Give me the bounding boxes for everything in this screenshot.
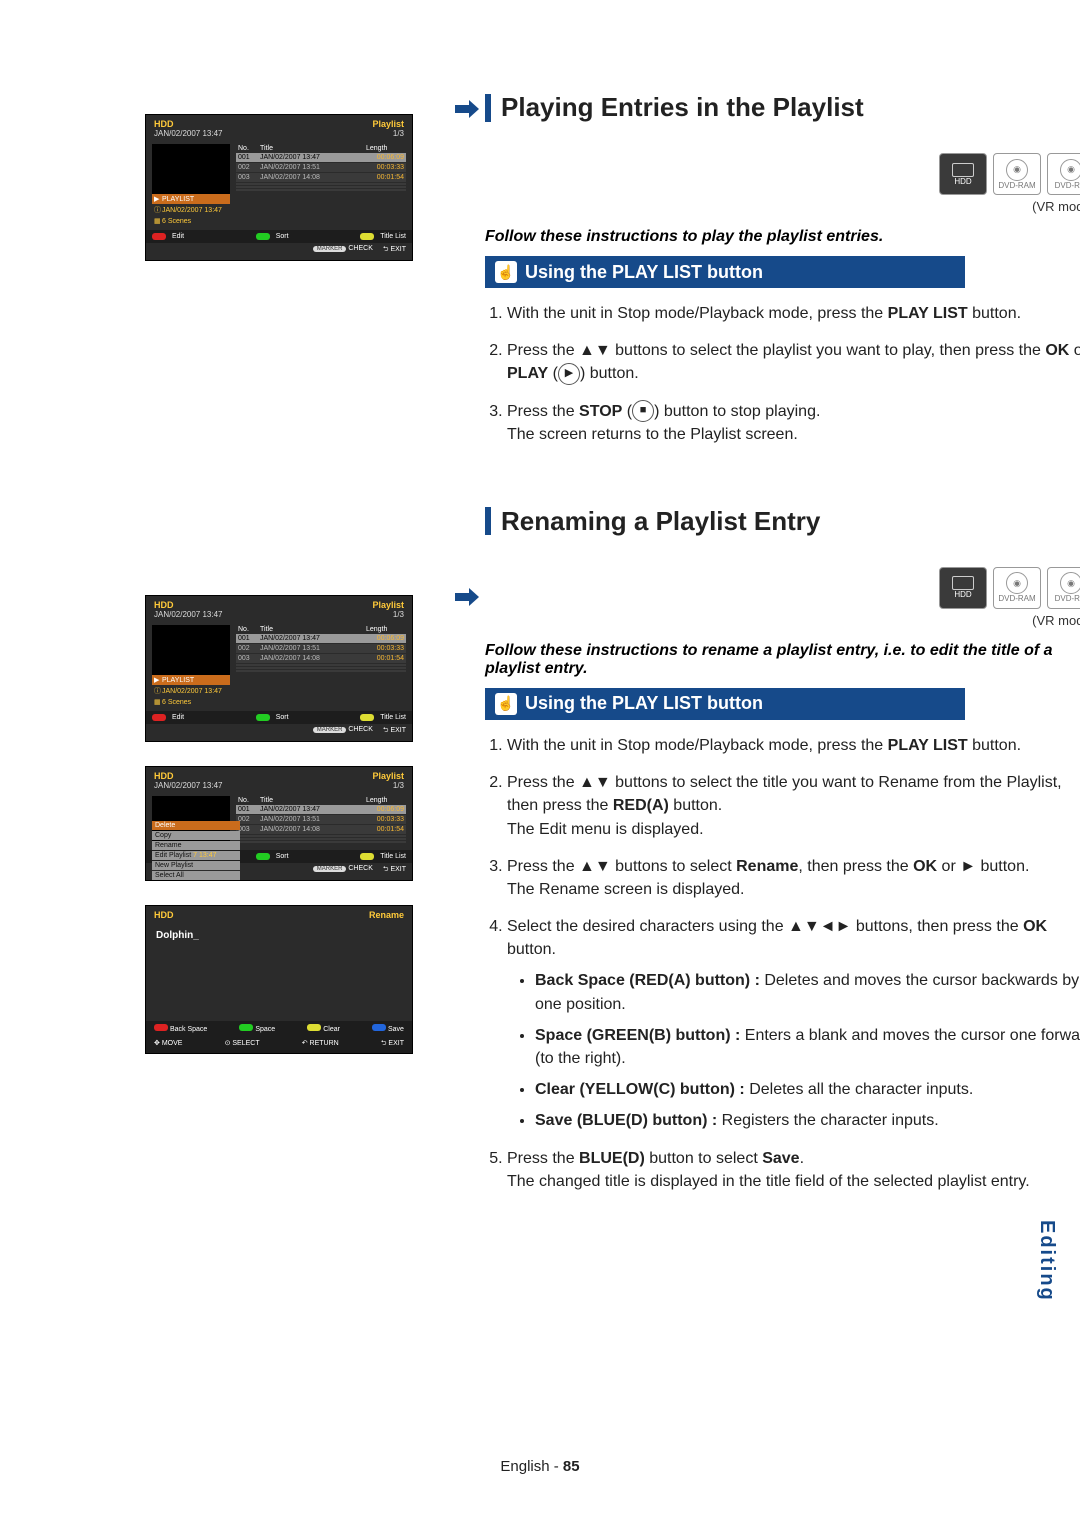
bullet: Clear (YELLOW(C) button) : Deletes all t… [535,1078,1080,1101]
edit-menu-item: Edit Playlist 7 13:47 [152,851,240,860]
play-icon: ▶ [558,363,580,385]
osd-edit-menu: Delete Copy Rename Edit Playlist 7 13:47… [152,821,240,881]
osd-foot-exit: EXIT [390,246,406,253]
list-item: 001 JAN/02/2007 13:47 00:06:09 [236,153,406,162]
rn-backspace: Back Space [170,1026,207,1033]
hand-icon: ☝ [495,693,517,715]
bullet: Back Space (RED(A) button) : Deletes and… [535,969,1080,1015]
page-footer: English - 85 [0,1458,1080,1475]
osd-device: HDD [154,119,174,129]
edit-menu-item: Copy [152,831,240,840]
step: Select the desired characters using the … [507,915,1080,1133]
right-content-column: Playing Entries in the Playlist HDD ◉DVD… [485,92,1080,1207]
badge-dvd-rw: ◉DVD-RW [1047,153,1080,195]
edit-menu-item: Rename [152,841,240,850]
osd-foot-check: CHECK [348,245,373,252]
list-item [236,186,406,188]
step: Press the ▲▼ buttons to select the playl… [507,339,1080,385]
osd-thumbnail [152,144,230,194]
list-item: 002 JAN/02/2007 13:51 00:03:33 [236,163,406,172]
rn-clear: Clear [323,1026,340,1033]
list-item [236,189,406,191]
vr-mode-note: (VR mode) [485,199,1080,214]
osd-foot-titlelist: Title List [380,233,406,240]
steps-list: With the unit in Stop mode/Playback mode… [507,302,1080,446]
steps-list: With the unit in Stop mode/Playback mode… [507,734,1080,1193]
side-tab-editing: Editing [1035,1220,1058,1302]
osd-foot-edit: Edit [172,233,184,240]
hand-icon: ☝ [495,261,517,283]
badge-dvd-rw: ◉DVD-RW [1047,567,1080,609]
section-arrow-icon [455,588,479,606]
rn-exit: EXIT [388,1040,404,1047]
sub-heading-band: ☝ Using the PLAY LIST button [485,688,965,720]
badge-dvd-ram: ◉DVD-RAM [993,153,1041,195]
osd-foot-marker: MARKER [313,246,347,252]
step: With the unit in Stop mode/Playback mode… [507,734,1080,757]
osd-side-time: JAN/02/2007 13:47 [162,207,222,214]
vr-mode-note: (VR mode) [485,613,1080,628]
bullet: Save (BLUE(D) button) : Registers the ch… [535,1109,1080,1132]
rn-space: Space [255,1026,275,1033]
osd-timestamp: JAN/02/2007 13:47 [154,129,223,138]
osd-playlist-screen-2: HDD Playlist JAN/02/2007 13:47 1/3 ▶PLAY… [145,595,413,742]
col-length: Length [366,145,404,152]
badge-dvd-ram: ◉DVD-RAM [993,567,1041,609]
col-title: Title [260,145,366,152]
section-arrow-icon [455,100,479,118]
step: With the unit in Stop mode/Playback mode… [507,302,1080,325]
osd-mode: Playlist [372,119,404,129]
osd-playlist-screen-editmenu: HDD Playlist JAN/02/2007 13:47 1/3 No.Ti… [145,766,413,881]
sub-heading-text: Using the PLAY LIST button [525,693,763,714]
osd-side-playlist: PLAYLIST [162,196,194,203]
section-playing-entries: Playing Entries in the Playlist HDD ◉DVD… [485,92,1080,446]
osd-foot-sort: Sort [276,233,289,240]
disc-badges: HDD ◉DVD-RAM ◉DVD-RW [485,153,1080,195]
section-heading: Renaming a Playlist Entry [485,506,1080,537]
step: Press the BLUE(D) button to select Save.… [507,1147,1080,1193]
step: Press the ▲▼ buttons to select Rename, t… [507,855,1080,901]
left-screenshots-column: HDD Playlist JAN/02/2007 13:47 1/3 ▶PLAY… [145,114,413,1078]
section-lead: Follow these instructions to rename a pl… [485,642,1080,678]
rn-select: SELECT [232,1040,259,1047]
osd-page-indicator: 1/3 [393,129,404,138]
col-no: No. [238,145,260,152]
section-lead: Follow these instructions to play the pl… [485,228,1080,246]
rename-text: Dolphin_ [146,920,412,951]
section-renaming-entry: Renaming a Playlist Entry HDD ◉DVD-RAM ◉… [485,506,1080,1193]
disc-badges: HDD ◉DVD-RAM ◉DVD-RW [485,567,1080,609]
step: Press the ▲▼ buttons to select the title… [507,771,1080,841]
badge-hdd: HDD [939,153,987,195]
sub-heading-band: ☝ Using the PLAY LIST button [485,256,965,288]
edit-menu-item: Delete [152,821,240,830]
step: Press the STOP (■) button to stop playin… [507,400,1080,446]
edit-menu-item: Select All [152,871,240,880]
osd-playlist-screen-1: HDD Playlist JAN/02/2007 13:47 1/3 ▶PLAY… [145,114,413,261]
edit-menu-item: New Playlist [152,861,240,870]
color-button-bullets: Back Space (RED(A) button) : Deletes and… [535,969,1080,1132]
list-item: 003 JAN/02/2007 14:08 00:01:54 [236,173,406,182]
osd-rename-screen: HDD Rename Dolphin_ Back Space Space Cle… [145,905,413,1054]
badge-hdd: HDD [939,567,987,609]
section-heading: Playing Entries in the Playlist [485,92,1080,123]
osd-side-scenes: 6 Scenes [162,218,191,225]
list-item [236,183,406,185]
rn-return: RETURN [310,1040,339,1047]
rn-move: MOVE [162,1040,183,1047]
sub-heading-text: Using the PLAY LIST button [525,262,763,283]
stop-icon: ■ [632,400,654,422]
rn-save: Save [388,1026,404,1033]
bullet: Space (GREEN(B) button) : Enters a blank… [535,1024,1080,1070]
osd-side-info: ▶PLAYLIST ⓘJAN/02/2007 13:47 ▦6 Scenes [152,194,230,226]
